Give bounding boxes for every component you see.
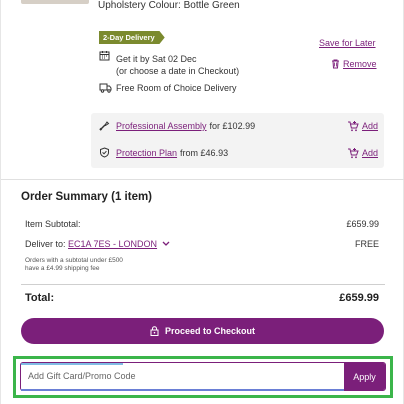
add-label: Add <box>361 121 378 131</box>
free-delivery-text: Free Room of Choice Delivery <box>116 83 237 93</box>
calendar-icon <box>99 51 110 61</box>
total-divider <box>21 284 385 285</box>
choose-date-note: (or choose a date in Checkout) <box>116 66 240 76</box>
total-value: £659.99 <box>339 292 379 304</box>
shipping-note-line2: have a £4.99 shipping fee <box>25 265 100 272</box>
lock-icon <box>150 326 159 336</box>
addon-assembly: Professional Assembly for £102.99 Add <box>91 115 384 137</box>
professional-assembly-link[interactable]: Professional Assembly <box>116 121 207 131</box>
cart-panel: Upholstery Colour: Bottle Green 2-Day De… <box>0 0 404 404</box>
subtotal-row: Item Subtotal: £659.99 <box>25 219 379 229</box>
apply-button[interactable]: Apply <box>344 363 385 390</box>
get-it-by: Get it by Sat 02 Dec <box>116 54 197 64</box>
addons-box: Professional Assembly for £102.99 Add Pr… <box>91 113 384 168</box>
checkout-label: Proceed to Checkout <box>164 326 256 336</box>
total-label: Total: <box>25 292 55 304</box>
deliver-to: Deliver to: EC1A 7ES - LONDON <box>25 239 170 249</box>
protection-plan-link[interactable]: Protection Plan <box>116 148 177 158</box>
cart-add-icon <box>347 120 359 131</box>
focus-indicator <box>21 363 123 365</box>
proceed-to-checkout-button[interactable]: Proceed to Checkout <box>21 318 384 344</box>
chevron-down-icon[interactable] <box>162 241 170 247</box>
order-summary-title: Order Summary (1 item) <box>21 191 153 203</box>
delivery-badge: 2-Day Delivery <box>99 31 165 44</box>
delivery-cost: FREE <box>354 239 379 249</box>
total-row: Total: £659.99 <box>25 292 379 304</box>
subtotal-label: Item Subtotal: <box>25 219 81 229</box>
upholstery-colour: Upholstery Colour: Bottle Green <box>98 0 240 11</box>
shield-icon <box>100 147 109 158</box>
cart-add-icon <box>347 147 359 158</box>
add-label: Add <box>361 148 378 158</box>
screwdriver-icon <box>99 121 110 131</box>
assembly-price: for £102.99 <box>209 121 256 131</box>
save-for-later-link[interactable]: Save for Later <box>319 38 376 48</box>
postcode-selector[interactable]: EC1A 7ES - LONDON <box>68 239 157 249</box>
add-assembly-button[interactable]: Add <box>347 120 378 132</box>
addon-protection: Protection Plan from £46.93 Add <box>91 142 384 164</box>
product-thumbnail[interactable] <box>21 0 89 4</box>
input-focus-underline <box>21 389 344 391</box>
shipping-fee-note: Orders with a subtotal under £500 have a… <box>25 257 123 273</box>
add-protection-button[interactable]: Add <box>347 147 378 159</box>
promo-code-input[interactable] <box>28 366 338 386</box>
deliver-to-row: Deliver to: EC1A 7ES - LONDON FREE <box>25 239 379 249</box>
remove-link[interactable]: Remove <box>331 59 377 69</box>
remove-label: Remove <box>343 59 377 69</box>
truck-icon <box>99 83 112 93</box>
subtotal-value: £659.99 <box>346 219 379 229</box>
protection-price: from £46.93 <box>180 148 229 158</box>
section-divider <box>1 179 404 180</box>
trash-icon <box>332 59 339 69</box>
delivery-estimate: Get it by Sat 02 Dec (or choose a date i… <box>116 53 239 77</box>
deliver-to-label: Deliver to: <box>25 239 66 249</box>
shipping-note-line1: Orders with a subtotal under £500 <box>25 257 123 264</box>
